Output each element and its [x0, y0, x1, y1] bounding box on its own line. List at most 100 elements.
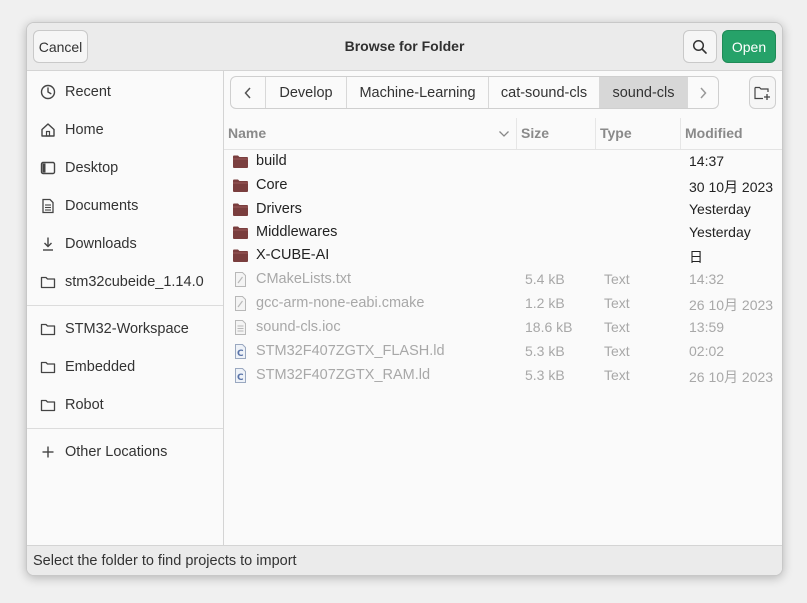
path-bar: Develop Machine-Learning cat-sound-cls s… — [230, 76, 719, 109]
list-item[interactable]: Drivers Yesterday — [224, 198, 782, 222]
chevron-right-icon — [700, 86, 707, 99]
crumb-cat-sound-cls[interactable]: cat-sound-cls — [489, 77, 600, 108]
status-text: Select the folder to find projects to im… — [33, 553, 297, 569]
sidebar-item-robot[interactable]: Robot — [27, 387, 223, 423]
dialog-title: Browse for Folder — [344, 38, 465, 54]
file-modified: 02:02 — [689, 343, 725, 359]
folder-icon — [40, 361, 56, 374]
sidebar-item-label: Documents — [65, 198, 139, 214]
column-modified[interactable]: Modified — [685, 125, 743, 141]
sidebar-item-stm32cubeide[interactable]: stm32cubeide_1.14.0 — [27, 264, 223, 300]
text-file-icon — [235, 320, 246, 335]
file-modified: 26 10月 2023 — [689, 297, 774, 313]
file-name: X-CUBE-AI — [256, 247, 330, 263]
script-file-icon — [235, 296, 246, 311]
open-button[interactable]: Open — [722, 30, 776, 63]
crumb-machine-learning[interactable]: Machine-Learning — [347, 77, 489, 108]
svg-text:C: C — [237, 349, 244, 359]
file-modified: 30 10月 2023 — [689, 179, 774, 195]
folder-icon — [40, 323, 56, 336]
dialog-header: Cancel Browse for Folder Open — [27, 23, 782, 71]
c-source-file-icon: C — [235, 344, 246, 359]
file-type: Text — [604, 295, 630, 311]
sidebar-divider — [27, 305, 223, 306]
sidebar-item-stm32-workspace[interactable]: STM32-Workspace — [27, 311, 223, 347]
column-divider — [680, 118, 681, 149]
sidebar-item-downloads[interactable]: Downloads — [27, 226, 223, 262]
file-size: 5.3 kB — [525, 367, 565, 383]
folder-icon — [40, 276, 56, 289]
list-item[interactable]: X-CUBE-AI 日 — [224, 244, 782, 268]
svg-text:C: C — [237, 373, 244, 383]
sidebar-item-home[interactable]: Home — [27, 112, 223, 148]
column-type[interactable]: Type — [600, 125, 632, 141]
file-name: CMakeLists.txt — [256, 271, 352, 287]
crumb-develop[interactable]: Develop — [266, 77, 347, 108]
file-name: Core — [256, 177, 288, 193]
file-modified: 26 10月 2023 — [689, 369, 774, 385]
column-size[interactable]: Size — [521, 125, 549, 141]
sidebar-item-label: stm32cubeide_1.14.0 — [65, 274, 204, 290]
file-modified: 14:32 — [689, 271, 725, 287]
folder-icon — [233, 203, 248, 216]
column-name[interactable]: Name — [228, 125, 266, 141]
new-folder-icon — [754, 86, 770, 100]
search-button[interactable] — [683, 30, 717, 63]
browse-folder-dialog: Cancel Browse for Folder Open Recent Hom… — [26, 22, 783, 576]
file-type: Text — [604, 319, 630, 335]
sidebar-item-label: Other Locations — [65, 444, 168, 460]
plus-icon — [42, 446, 54, 458]
file-name: sound-cls.ioc — [256, 319, 341, 335]
chevron-left-icon — [244, 86, 251, 99]
crumb-sound-cls[interactable]: sound-cls — [600, 77, 688, 108]
file-size: 1.2 kB — [525, 295, 565, 311]
cancel-button[interactable]: Cancel — [33, 30, 88, 63]
file-size: 5.4 kB — [525, 271, 565, 287]
sidebar-item-label: Downloads — [65, 236, 137, 252]
column-divider — [516, 118, 517, 149]
list-item[interactable]: Core 30 10月 2023 — [224, 174, 782, 198]
sidebar-item-label: STM32-Workspace — [65, 321, 189, 337]
file-size: 5.3 kB — [525, 343, 565, 359]
folder-icon — [233, 155, 248, 168]
folder-icon — [40, 399, 56, 412]
sidebar-item-recent[interactable]: Recent — [27, 74, 223, 110]
script-file-icon — [235, 272, 246, 287]
file-modified: 14:37 — [689, 153, 725, 169]
sidebar-item-desktop[interactable]: Desktop — [27, 150, 223, 186]
file-size: 18.6 kB — [525, 319, 573, 335]
status-bar: Select the folder to find projects to im… — [27, 545, 782, 575]
folder-icon — [233, 179, 248, 192]
new-folder-button[interactable] — [749, 76, 776, 109]
column-divider — [595, 118, 596, 149]
file-modified: 13:59 — [689, 319, 725, 335]
list-item: C STM32F407ZGTX_FLASH.ld 5.3 kB Text 02:… — [224, 340, 782, 364]
desktop-icon — [40, 161, 56, 175]
sidebar-item-other-locations[interactable]: Other Locations — [27, 434, 223, 470]
sort-chevron-down-icon[interactable] — [498, 129, 510, 139]
file-name: build — [256, 153, 287, 169]
home-icon — [41, 123, 55, 137]
file-name: Drivers — [256, 201, 302, 217]
scroll-right-button[interactable] — [688, 77, 718, 108]
sidebar-item-label: Robot — [65, 397, 104, 413]
list-item[interactable]: Middlewares Yesterday — [224, 221, 782, 245]
file-modified: Yesterday — [689, 201, 751, 217]
scroll-left-button[interactable] — [231, 77, 266, 108]
clock-icon — [40, 84, 56, 100]
places-sidebar: Recent Home Desktop Documents Downloads … — [27, 71, 224, 545]
sidebar-item-label: Home — [65, 122, 104, 138]
file-type: Text — [604, 271, 630, 287]
sidebar-item-label: Desktop — [65, 160, 119, 176]
file-name: STM32F407ZGTX_RAM.ld — [256, 367, 431, 383]
sidebar-item-embedded[interactable]: Embedded — [27, 349, 223, 385]
sidebar-item-documents[interactable]: Documents — [27, 188, 223, 224]
file-type: Text — [604, 343, 630, 359]
file-type: Text — [604, 367, 630, 383]
list-item[interactable]: build 14:37 — [224, 150, 782, 174]
column-header: Name Size Type Modified — [224, 118, 782, 150]
file-name: STM32F407ZGTX_FLASH.ld — [256, 343, 445, 359]
sidebar-item-label: Embedded — [65, 359, 136, 375]
list-item: sound-cls.ioc 18.6 kB Text 13:59 — [224, 316, 782, 340]
download-icon — [43, 237, 53, 251]
